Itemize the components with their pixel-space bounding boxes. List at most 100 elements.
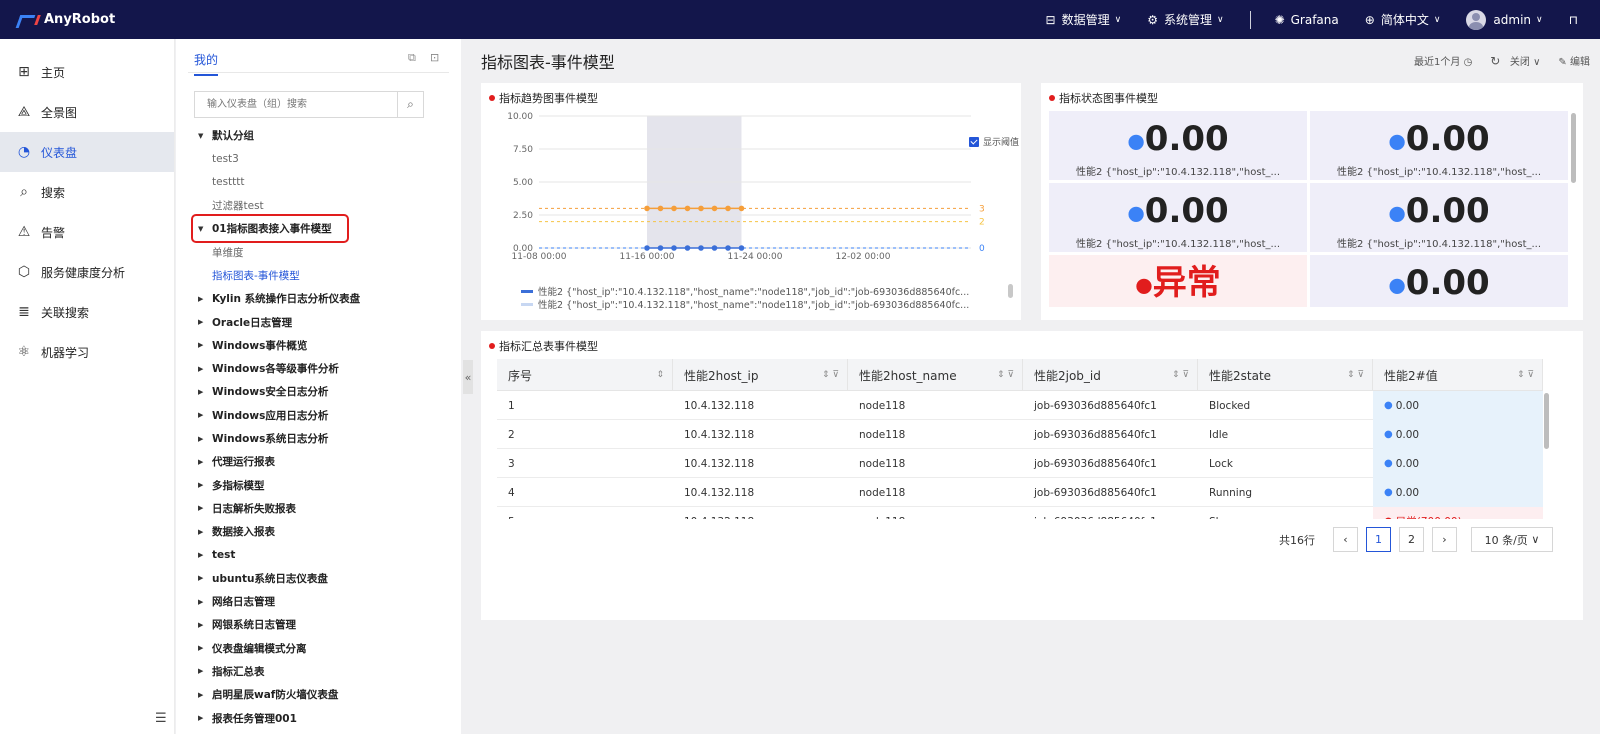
tree-group-item[interactable]: ▶ 指标汇总表 [194,660,449,683]
nav-item-dashboard[interactable]: ◔ 仪表盘 [0,132,174,172]
caret-right-icon: ▶ [198,318,204,327]
tree-group-item[interactable]: ▶ 仪表盘编辑模式分离 [194,637,449,660]
menu-data-management[interactable]: ⊟ 数据管理 ∨ [1046,11,1122,28]
status-cell[interactable]: ●0.00 性能2 {"host_ip":"10.4.132.118","host… [1310,111,1568,180]
status-cell[interactable]: ●异常性能2 {"host_ip":"10.4.132.118","host_.… [1049,255,1307,307]
brand-logo[interactable]: AnyRobot [18,12,115,27]
tree-group-item[interactable]: ▶ 代理运行报表 [194,450,449,473]
nav-item-alert[interactable]: ⚠ 告警 [0,212,174,252]
tree-group-item[interactable]: ▶ Windows各等级事件分析 [194,357,449,380]
nav-item-search[interactable]: ⌕ 搜索 [0,172,174,212]
user-menu[interactable]: admin ∨ [1466,9,1543,30]
tree-group-item[interactable]: ▶ 网络日志管理 [194,590,449,613]
gear-icon: ⚙ [1147,12,1158,27]
tree-group-item[interactable]: ▶ 数据接入报表 [194,520,449,543]
search-button[interactable]: ⌕ [397,92,423,117]
language-selector[interactable]: ⊕ 简体中文 ∨ [1365,11,1441,28]
nav-item-link-search[interactable]: ≣ 关联搜索 [0,292,174,332]
tree-group-item[interactable]: ▶ test [194,543,449,566]
legend-item-series-1[interactable]: 性能2 {"host_ip":"10.4.132.118","host_name… [521,284,969,298]
table-cell: job-693036d885640fc1 [1023,478,1198,507]
table-cell: ● 0.00 [1373,449,1543,478]
value-dot-icon: ● [1384,487,1393,498]
page-size-selector[interactable]: 10 条/页 ∨ [1471,527,1553,552]
nav-item-home[interactable]: ⊞ 主页 [0,52,174,92]
tree-group-item[interactable]: ▶ Oracle日志管理 [194,310,449,333]
caret-down-icon: ▼ [198,131,204,140]
column-header[interactable]: 性能2state ⇕ ⊽ [1198,359,1373,391]
status-cell[interactable]: ●0.00 性能2 {"host_ip":"10.4.132.118","host… [1049,111,1307,180]
sort-filter-icon[interactable]: ⇕ ⊽ [1172,370,1189,380]
status-scrollbar[interactable] [1571,113,1576,183]
table-cell: node118 [848,478,1023,507]
tree-search-input[interactable] [195,92,397,117]
tree-dashboard-item[interactable]: 指标图表-事件模型 [194,264,449,287]
tree-group-item[interactable]: ▼ 01指标图表接入事件模型 [191,214,349,244]
sort-filter-icon[interactable]: ⇕ ⊽ [822,370,839,380]
sort-icon[interactable]: ⇕ [656,370,664,380]
table-cell: 10.4.132.118 [673,420,848,449]
legend-item-series-2[interactable]: 性能2 {"host_ip":"10.4.132.118","host_name… [521,297,969,311]
lock-button[interactable]: ⊓ [1569,13,1578,27]
table-row[interactable]: 3 10.4.132.118 node118 job-693036d885640fc1… [497,449,1543,478]
tree-item-label: Windows系统日志分析 [212,433,329,445]
tree-dashboard-item[interactable]: testttt [194,171,449,194]
edit-button[interactable]: ✎ 编辑 [1558,53,1590,68]
table-row[interactable]: 5 10.4.132.118 node118 job-693036d885640fc1… [497,507,1543,519]
status-cell[interactable]: ●0.00 性能2 {"host_ip":"10.4.132.118","host… [1310,183,1568,252]
page-button-2[interactable]: 2 [1399,527,1424,552]
table-row[interactable]: 1 10.4.132.118 node118 job-693036d885640fc1… [497,391,1543,420]
tree-item-label: 01指标图表接入事件模型 [212,223,332,236]
page-button-1[interactable]: 1 [1366,527,1391,552]
nav-item-panorama[interactable]: ⟁ 全景图 [0,92,174,132]
new-group-icon[interactable]: ⧉ [408,51,416,65]
sort-filter-icon[interactable]: ⇕ ⊽ [1347,370,1364,380]
table-scrollbar[interactable] [1544,393,1549,449]
tree-item-label: 过滤器test [212,200,264,213]
table-cell: ● 0.00 [1373,478,1543,507]
sort-filter-icon[interactable]: ⇕ ⊽ [1517,370,1534,380]
tree-group-item[interactable]: ▶ Kylin 系统操作日志分析仪表盘 [194,287,449,310]
tree-dashboard-item[interactable]: 过滤器test [194,194,449,217]
tree-group-item[interactable]: ▼ 默认分组 [194,124,449,147]
tree-group-item[interactable]: ▶ Windows事件概览 [194,334,449,357]
table-row[interactable]: 4 10.4.132.118 node118 job-693036d885640fc1… [497,478,1543,507]
collapse-panel-handle[interactable]: « [463,360,473,394]
tree-group-item[interactable]: ▶ Windows应用日志分析 [194,404,449,427]
column-header[interactable]: 性能2#值 ⇕ ⊽ [1373,359,1543,391]
column-header-label: 性能2state [1209,368,1272,383]
status-cell[interactable]: ●0.00 性能2 {"host_ip":"10.4.132.118","host… [1049,183,1307,252]
next-page-button[interactable]: › [1432,527,1457,552]
nav-item-service-health[interactable]: ⬡ 服务健康度分析 [0,252,174,292]
tree-dashboard-item[interactable]: test3 [194,147,449,170]
grafana-link[interactable]: ✺ Grafana [1275,13,1339,27]
prev-page-button[interactable]: ‹ [1333,527,1358,552]
table-row[interactable]: 2 10.4.132.118 node118 job-693036d885640fc1… [497,420,1543,449]
refresh-selector[interactable]: ↻ 关闭 ∨ [1490,53,1540,68]
tree-dashboard-item[interactable]: 单维度 [194,240,449,263]
nav-item-machine-learning[interactable]: ⚛ 机器学习 [0,332,174,372]
table-cell: node118 [848,420,1023,449]
tree-group-item[interactable]: ▶ 多指标模型 [194,473,449,496]
menu-system-management[interactable]: ⚙ 系统管理 ∨ [1147,11,1223,28]
tree-group-item[interactable]: ▶ 日志解析失败报表 [194,497,449,520]
tree-group-item[interactable]: ▶ Windows安全日志分析 [194,380,449,403]
tree-group-item[interactable]: ▶ 网银系统日志管理 [194,613,449,636]
chevron-left-icon: ‹ [1343,533,1348,546]
column-header[interactable]: 性能2host_name ⇕ ⊽ [848,359,1023,391]
collapse-menu-icon[interactable]: ☰ [155,711,167,726]
sort-filter-icon[interactable]: ⇕ ⊽ [997,370,1014,380]
tree-group-item[interactable]: ▶ 启明星辰waf防火墙仪表盘 [194,683,449,706]
status-dot-icon: ● [1388,200,1406,225]
status-cell[interactable]: ●0.00 性能2 {"host_ip":"10.4.132.118","host… [1310,255,1568,307]
time-range-picker[interactable]: 最近1个月 ◷ [1414,53,1472,68]
tree-group-item[interactable]: ▶ Windows系统日志分析 [194,427,449,450]
tree-group-item[interactable]: ▶ ubuntu系统日志仪表盘 [194,567,449,590]
column-header[interactable]: 序号 ⇕ [497,359,673,391]
new-dashboard-icon[interactable]: ⊡ [430,51,439,64]
page-title: 指标图表-事件模型 [481,53,615,72]
tree-group-item[interactable]: ▶ 报表任务管理001 [194,706,449,729]
legend-scrollbar[interactable] [1008,284,1013,298]
column-header[interactable]: 性能2job_id ⇕ ⊽ [1023,359,1198,391]
column-header[interactable]: 性能2host_ip ⇕ ⊽ [673,359,848,391]
